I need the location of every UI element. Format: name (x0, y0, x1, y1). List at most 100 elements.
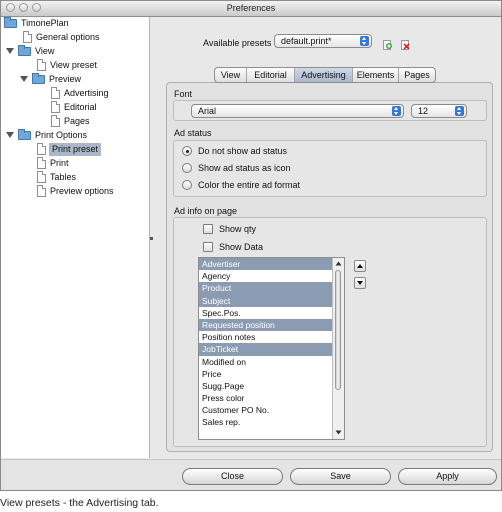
save-button[interactable]: Save (290, 468, 391, 485)
show-qty-checkbox[interactable] (203, 224, 213, 234)
sidebar-item-label: Tables (50, 172, 77, 182)
folder-icon (18, 45, 31, 56)
ad-status-group: Do not show ad status Show ad status as … (173, 140, 487, 197)
ad-status-radio-2[interactable] (182, 180, 192, 190)
sidebar-item-tables[interactable]: Tables (1, 171, 149, 184)
popup-arrows-icon (392, 106, 401, 116)
sidebar-item-label: General options (36, 32, 100, 42)
folder-icon (18, 129, 31, 140)
close-button[interactable]: Close (182, 468, 283, 485)
list-item[interactable]: Customer PO No. (199, 404, 344, 416)
show-qty-label: Show qty (219, 224, 257, 234)
main-panel: Available presets default.print* View Ed… (150, 17, 501, 458)
ad-status-option-label: Color the entire ad format (198, 180, 301, 190)
sidebar-item-preview-options[interactable]: Preview options (1, 185, 149, 198)
document-icon (37, 157, 46, 169)
list-scrollbar[interactable] (332, 258, 344, 439)
list-item[interactable]: Price (199, 368, 344, 380)
document-icon (37, 171, 46, 183)
list-item[interactable]: Product (199, 282, 344, 295)
scroll-thumb[interactable] (335, 270, 341, 390)
font-size-select[interactable]: 12 (411, 104, 467, 118)
disclosure-triangle-icon[interactable] (20, 76, 28, 82)
sidebar-item-view[interactable]: View (1, 45, 149, 58)
tab-pages[interactable]: Pages (399, 68, 435, 82)
list-item[interactable]: Subject (199, 294, 344, 307)
ad-status-section-header: Ad status (174, 128, 212, 138)
document-icon (51, 87, 60, 99)
font-family-value: Arial (198, 106, 217, 116)
folder-icon (32, 73, 45, 84)
ad-status-option-label: Do not show ad status (198, 146, 288, 156)
tab-view[interactable]: View (215, 68, 247, 82)
sidebar-item-view-preset[interactable]: View preset (1, 59, 149, 72)
font-family-select[interactable]: Arial (191, 104, 404, 118)
move-down-button[interactable] (354, 277, 366, 289)
delete-preset-icon[interactable] (401, 39, 410, 50)
tab-editorial[interactable]: Editorial (247, 68, 295, 82)
font-section-header: Font (174, 89, 193, 99)
sidebar-item-label: Editorial (64, 102, 97, 112)
list-item[interactable]: Agency (199, 270, 344, 282)
figure-caption: View presets - the Advertising tab. (0, 497, 159, 509)
sidebar-item-label: View preset (50, 60, 97, 70)
disclosure-triangle-icon[interactable] (6, 132, 14, 138)
preferences-window: Preferences TimonePlan General options V… (0, 0, 502, 491)
move-up-icon (357, 264, 363, 268)
sidebar-item-label: TimonePlan (21, 18, 69, 28)
list-item[interactable]: Sales rep. (199, 416, 344, 428)
tab-elements[interactable]: Elements (353, 68, 399, 82)
sidebar-item-label: View (35, 46, 55, 56)
scroll-up-icon[interactable] (334, 259, 343, 268)
sidebar-item-timoneplan[interactable]: TimonePlan (1, 17, 149, 30)
title-bar: Preferences (1, 1, 501, 17)
add-preset-icon[interactable] (383, 39, 392, 50)
list-item[interactable]: Spec.Pos. (199, 307, 344, 319)
sidebar-item-editorial[interactable]: Editorial (1, 101, 149, 114)
preset-select-value: default.print* (281, 36, 332, 46)
sidebar-item-label: Preview (49, 74, 82, 84)
preset-select[interactable]: default.print* (274, 34, 372, 48)
tab-bar: View Editorial Advertising Elements Page… (214, 67, 436, 83)
list-item[interactable]: Press color (199, 392, 344, 404)
sidebar-item-label: Print (50, 158, 69, 168)
sidebar-item-print-options[interactable]: Print Options (1, 129, 149, 142)
sidebar-item-print[interactable]: Print (1, 157, 149, 170)
font-size-value: 12 (418, 106, 429, 116)
document-icon (51, 101, 60, 113)
sidebar-item-label: Print preset (49, 143, 102, 156)
sidebar-item-print-preset[interactable]: Print preset (1, 143, 149, 156)
move-up-button[interactable] (354, 260, 366, 272)
document-icon (37, 185, 46, 197)
sidebar-item-general-options[interactable]: General options (1, 31, 149, 44)
ad-status-radio-1[interactable] (182, 163, 192, 173)
ad-info-field-list[interactable]: Advertiser Agency Product Subject Spec.Pos. R… (198, 257, 345, 440)
sidebar-item-label: Advertising (64, 88, 109, 98)
available-presets-label: Available presets (203, 38, 272, 48)
sidebar-item-preview[interactable]: Preview (1, 73, 149, 86)
list-item[interactable]: Position notes (199, 331, 344, 343)
list-item[interactable]: Requested position (199, 318, 344, 332)
apply-button[interactable]: Apply (398, 468, 497, 485)
sidebar-item-pages[interactable]: Pages (1, 115, 149, 128)
ad-info-section-header: Ad info on page (174, 206, 238, 216)
window-title: Preferences (226, 3, 276, 13)
show-data-label: Show Data (219, 242, 264, 252)
tab-advertising[interactable]: Advertising (295, 68, 353, 82)
list-item[interactable]: Sugg.Page (199, 380, 344, 392)
popup-arrows-icon (360, 36, 369, 46)
bottom-button-bar: Close Save Apply (1, 459, 501, 490)
font-group: Arial 12 (173, 100, 487, 121)
disclosure-triangle-icon[interactable] (6, 48, 14, 54)
list-item[interactable]: JobTicket (199, 343, 344, 356)
scroll-down-icon[interactable] (334, 428, 343, 437)
document-icon (37, 143, 46, 155)
show-data-checkbox[interactable] (203, 242, 213, 252)
list-item[interactable]: Modified on (199, 356, 344, 368)
ad-status-radio-0[interactable] (182, 146, 192, 156)
list-item[interactable]: Advertiser (199, 258, 344, 271)
move-down-icon (357, 281, 363, 285)
sidebar-item-advertising[interactable]: Advertising (1, 87, 149, 100)
document-icon (51, 115, 60, 127)
sidebar-item-label: Print Options (35, 130, 88, 140)
